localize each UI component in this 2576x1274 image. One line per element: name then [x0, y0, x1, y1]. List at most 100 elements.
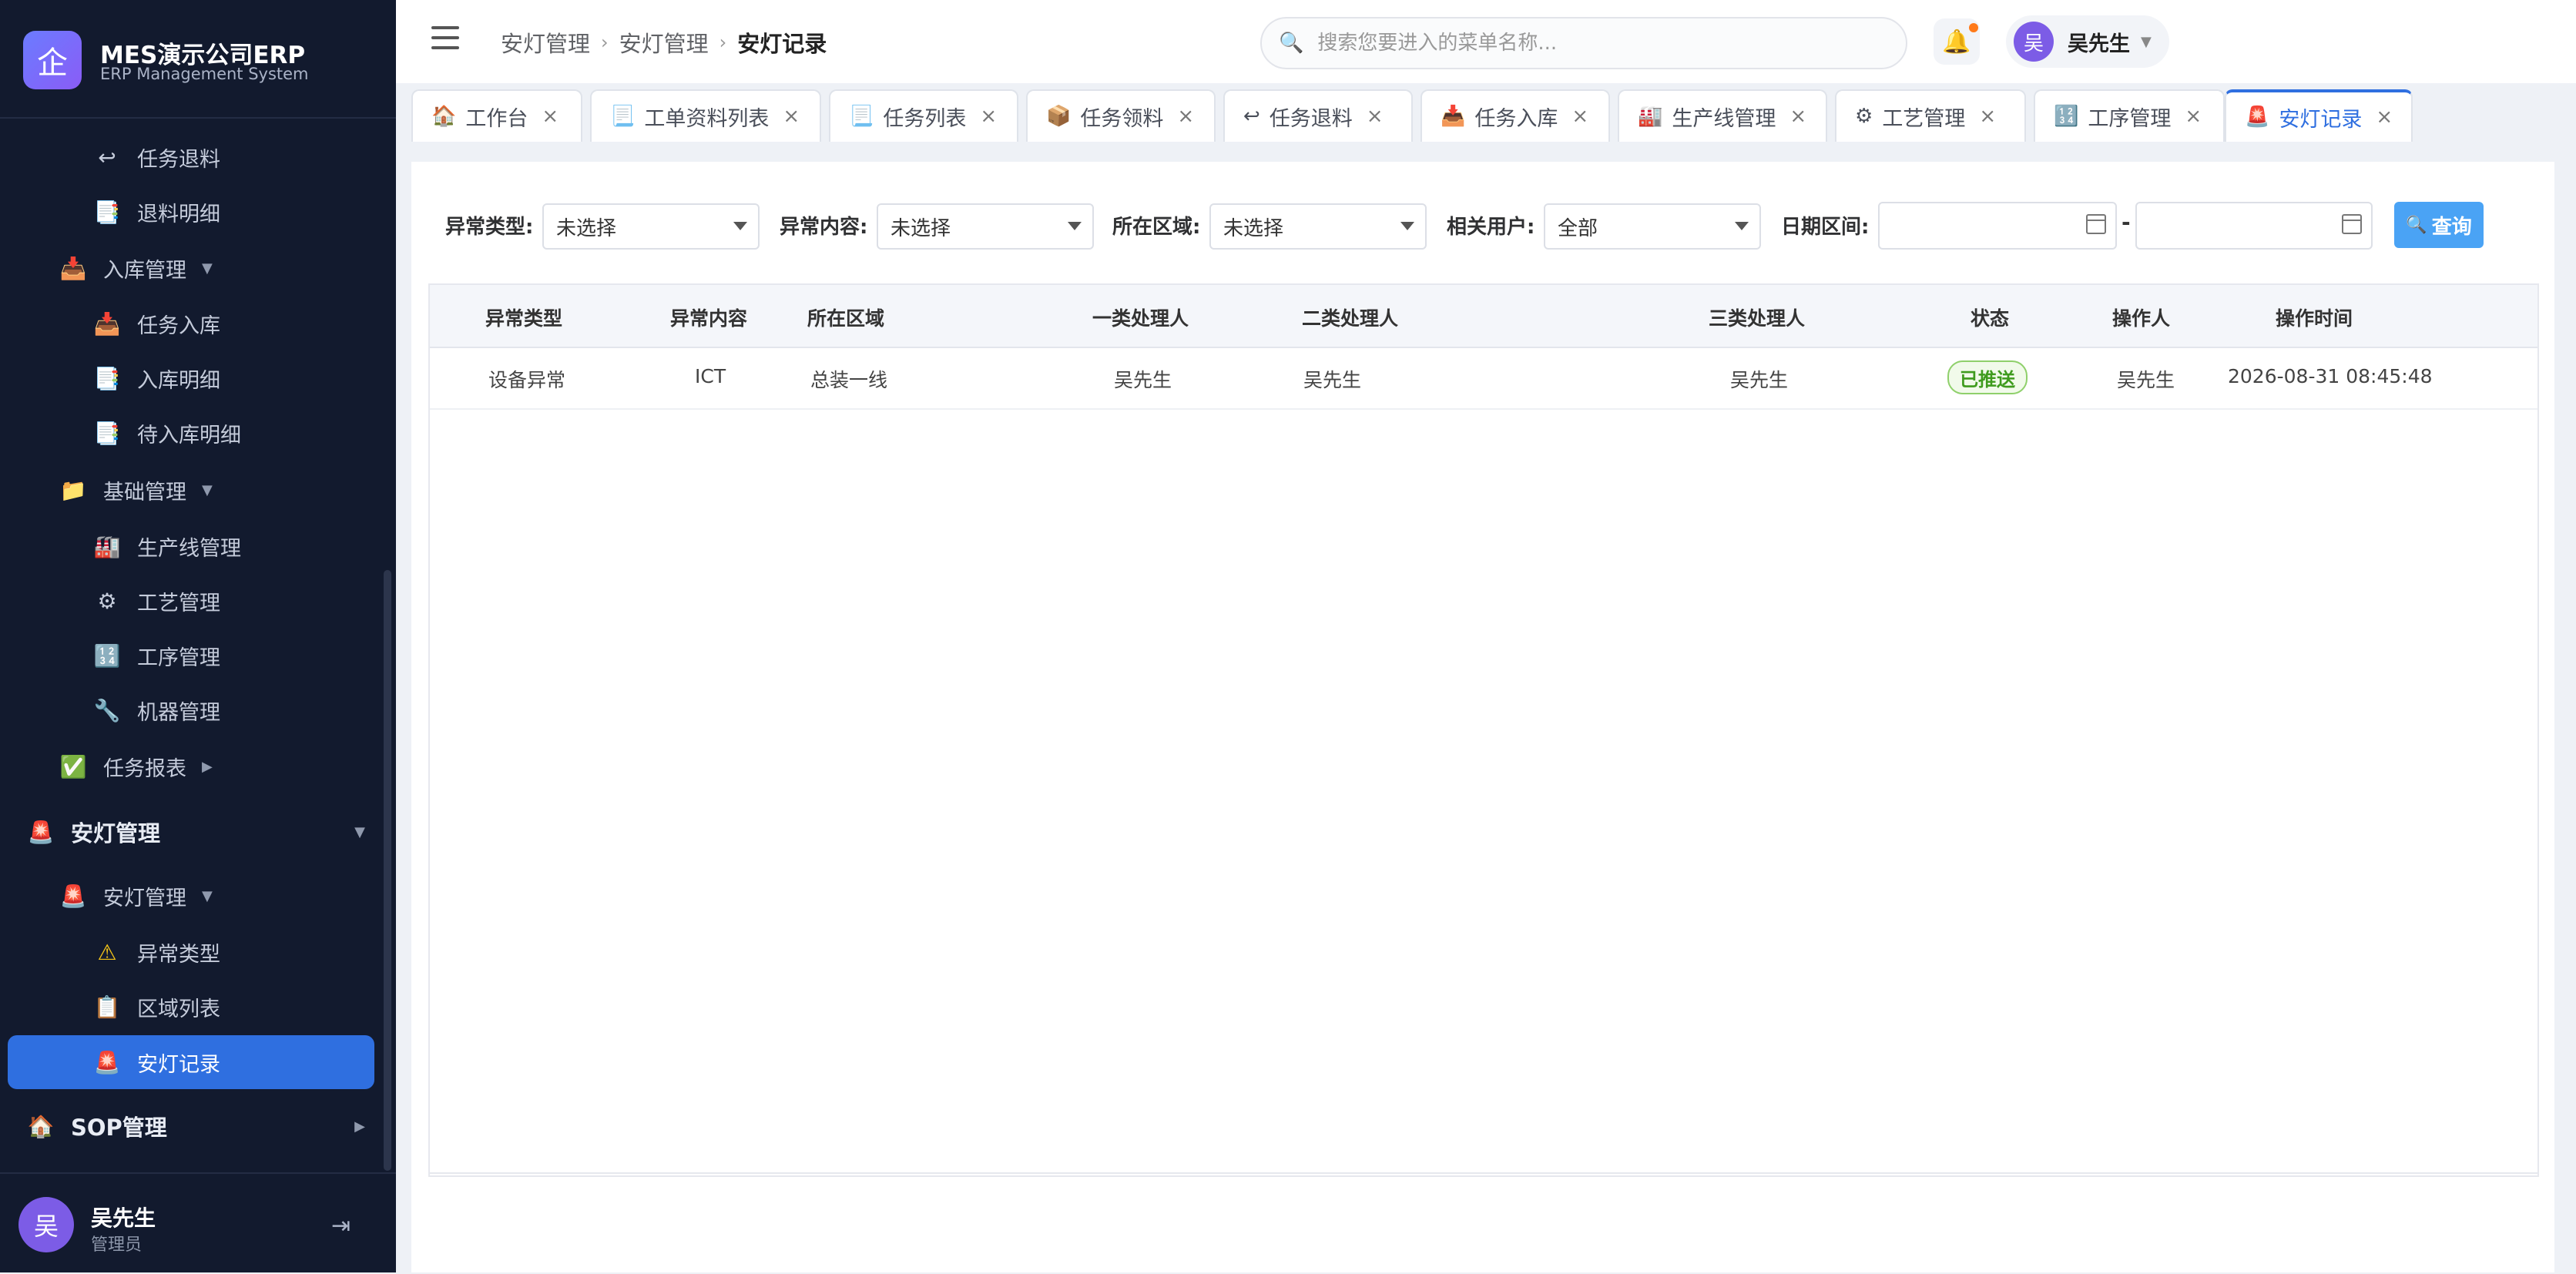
exception-content-select[interactable]: 未选择	[877, 203, 1094, 250]
tab-process-mgmt[interactable]: 🔢 工序管理 ×	[2034, 89, 2225, 142]
close-icon[interactable]: ×	[1367, 105, 1384, 128]
sidebar-item-sop-mgmt[interactable]: 🏠 SOP管理 ▶	[26, 1103, 365, 1149]
user-menu[interactable]: 吴 吴先生 ▼	[2006, 15, 2169, 68]
sidebar-item-line-mgmt[interactable]: 🏭 生产线管理	[92, 523, 241, 569]
brand-logo-icon: 企	[23, 31, 82, 89]
sidebar-item-andon-record[interactable]: 🚨 安灯记录	[92, 1039, 220, 1085]
search-input[interactable]	[1316, 31, 1859, 55]
package-icon: 📦	[1046, 105, 1072, 128]
document-icon: 📃	[610, 105, 636, 128]
tab-label: 任务列表	[883, 106, 967, 131]
close-icon[interactable]: ×	[542, 105, 558, 128]
tab-task-return[interactable]: ↩ 任务退料 ×	[1223, 89, 1413, 142]
siren-icon: 🚨	[2245, 106, 2270, 129]
exception-type-select[interactable]: 未选择	[542, 203, 760, 250]
column-header: 所在区域	[807, 307, 885, 330]
return-icon: ↩	[1243, 105, 1260, 128]
select-value: 未选择	[1223, 216, 1284, 240]
home-icon: 🏠	[431, 105, 457, 128]
cell-type: 设备异常	[488, 369, 566, 391]
sidebar-item-machine-mgmt[interactable]: 🔧 机器管理	[92, 687, 220, 733]
breadcrumb-item[interactable]: 安灯管理	[501, 26, 590, 59]
tab-task-list[interactable]: 📃 任务列表 ×	[829, 89, 1018, 142]
tab-bar: 🏠 工作台 × 📃 工单资料列表 × 📃 任务列表 × 📦 任务领料 × ↩ 任…	[396, 83, 2576, 146]
sidebar-item-label: 安灯管理	[103, 886, 186, 910]
tab-line-mgmt[interactable]: 🏭 生产线管理 ×	[1618, 89, 1827, 142]
topbar: 安灯管理 › 安灯管理 › 安灯记录 🔍 🔔 吴 吴先生 ▼	[396, 0, 2576, 85]
area-select[interactable]: 未选择	[1209, 203, 1427, 250]
chevron-down-icon: ▼	[202, 887, 213, 904]
filter-user-label: 相关用户:	[1447, 216, 1535, 239]
sidebar-item-label: 机器管理	[137, 700, 220, 725]
sidebar-item-basic-mgmt[interactable]: 📁 基础管理 ▼	[59, 467, 213, 513]
caret-down-icon	[1068, 222, 1082, 230]
sidebar-item-task-report[interactable]: ✅ 任务报表 ▶	[59, 743, 213, 790]
close-icon[interactable]: ×	[1571, 105, 1588, 128]
close-icon[interactable]: ×	[980, 105, 997, 128]
gear-icon: ⚙	[1855, 105, 1873, 128]
chevron-down-icon: ▼	[2141, 33, 2152, 50]
close-icon[interactable]: ×	[783, 105, 800, 128]
date-start-input[interactable]	[1878, 202, 2117, 250]
sidebar-item-label: 任务报表	[103, 756, 186, 781]
tab-workbench[interactable]: 🏠 工作台 ×	[411, 89, 582, 142]
search-icon: 🔍	[2406, 215, 2427, 234]
menu-toggle-icon[interactable]	[431, 26, 459, 49]
sidebar-item-task-return[interactable]: ↩ 任务退料	[92, 134, 220, 180]
sidebar-item-craft-mgmt[interactable]: ⚙ 工艺管理	[92, 578, 220, 624]
tab-andon-record[interactable]: 🚨 安灯记录 ×	[2225, 89, 2413, 142]
select-value: 未选择	[891, 216, 951, 240]
sidebar-item-inbound-mgmt[interactable]: 📥 入库管理 ▼	[59, 245, 213, 291]
sidebar-item-pending-inbound[interactable]: 📑 待入库明细	[92, 410, 241, 456]
sidebar-scrollbar[interactable]	[384, 570, 391, 1171]
user-select[interactable]: 全部	[1544, 203, 1761, 250]
sidebar-item-exception-type[interactable]: ⚠ 异常类型	[92, 929, 220, 975]
breadcrumb: 安灯管理 › 安灯管理 › 安灯记录	[501, 26, 827, 59]
cell-operator: 吴先生	[2117, 369, 2175, 391]
avatar: 吴	[2014, 22, 2054, 62]
tab-task-inbound[interactable]: 📥 任务入库 ×	[1420, 89, 1610, 142]
query-button[interactable]: 🔍 查询	[2394, 202, 2484, 248]
sidebar-item-return-detail[interactable]: 📑 退料明细	[92, 189, 220, 235]
brand: 企 MES演示公司ERP ERP Management System	[0, 0, 396, 119]
column-header: 状态	[1971, 307, 2010, 330]
numbers-icon: 🔢	[2054, 105, 2079, 128]
sidebar-item-label: SOP管理	[71, 1115, 167, 1141]
close-icon[interactable]: ×	[2376, 106, 2393, 129]
sidebar-item-task-inbound[interactable]: 📥 任务入库	[92, 300, 220, 347]
avatar[interactable]: 吴	[18, 1197, 74, 1252]
date-end-input[interactable]	[2135, 202, 2373, 250]
chevron-down-icon: ▼	[202, 481, 213, 498]
tab-task-picking[interactable]: 📦 任务领料 ×	[1026, 89, 1216, 142]
close-icon[interactable]: ×	[1789, 105, 1806, 128]
sidebar-item-andon-mgmt[interactable]: 🚨 安灯管理 ▼	[59, 873, 213, 919]
document-icon: 📑	[93, 420, 121, 446]
sidebar-item-label: 任务退料	[137, 147, 220, 172]
search-icon: 🔍	[1279, 32, 1304, 55]
table-footer-divider	[430, 1172, 2537, 1174]
tab-workorder-list[interactable]: 📃 工单资料列表 ×	[590, 89, 821, 142]
siren-icon: 🚨	[59, 883, 87, 909]
cell-content: ICT	[695, 365, 726, 387]
close-icon[interactable]: ×	[1177, 105, 1194, 128]
logout-icon[interactable]: ⇥	[331, 1212, 351, 1239]
sidebar-item-label: 安灯管理	[71, 820, 161, 847]
sidebar-item-andon-root[interactable]: 🚨 安灯管理 ▼	[26, 809, 365, 855]
table-row[interactable]: 设备异常 ICT 总装一线 吴先生 吴先生 吴先生 已推送 吴先生 2026-0…	[430, 347, 2537, 410]
column-header: 异常内容	[670, 307, 748, 330]
breadcrumb-item[interactable]: 安灯管理	[619, 26, 709, 59]
menu-search: 🔍	[1260, 17, 1907, 69]
sidebar-item-area-list[interactable]: 📋 区域列表	[92, 984, 220, 1030]
wrench-icon: 🔧	[93, 697, 121, 723]
folder-icon: 📁	[59, 477, 87, 503]
tab-craft-mgmt[interactable]: ⚙ 工艺管理 ×	[1835, 89, 2026, 142]
sidebar-item-label: 安灯记录	[137, 1052, 220, 1077]
andon-record-table: 异常类型 异常内容 所在区域 一类处理人 二类处理人 三类处理人 状态 操作人 …	[428, 283, 2539, 1177]
sidebar-item-process-mgmt[interactable]: 🔢 工序管理	[92, 632, 220, 679]
calendar-icon	[2342, 214, 2362, 234]
sidebar-item-inbound-detail[interactable]: 📑 入库明细	[92, 355, 220, 401]
close-icon[interactable]: ×	[2185, 105, 2202, 128]
close-icon[interactable]: ×	[1979, 105, 1996, 128]
caret-down-icon	[1400, 222, 1414, 230]
date-range-separator: -	[2122, 210, 2131, 235]
